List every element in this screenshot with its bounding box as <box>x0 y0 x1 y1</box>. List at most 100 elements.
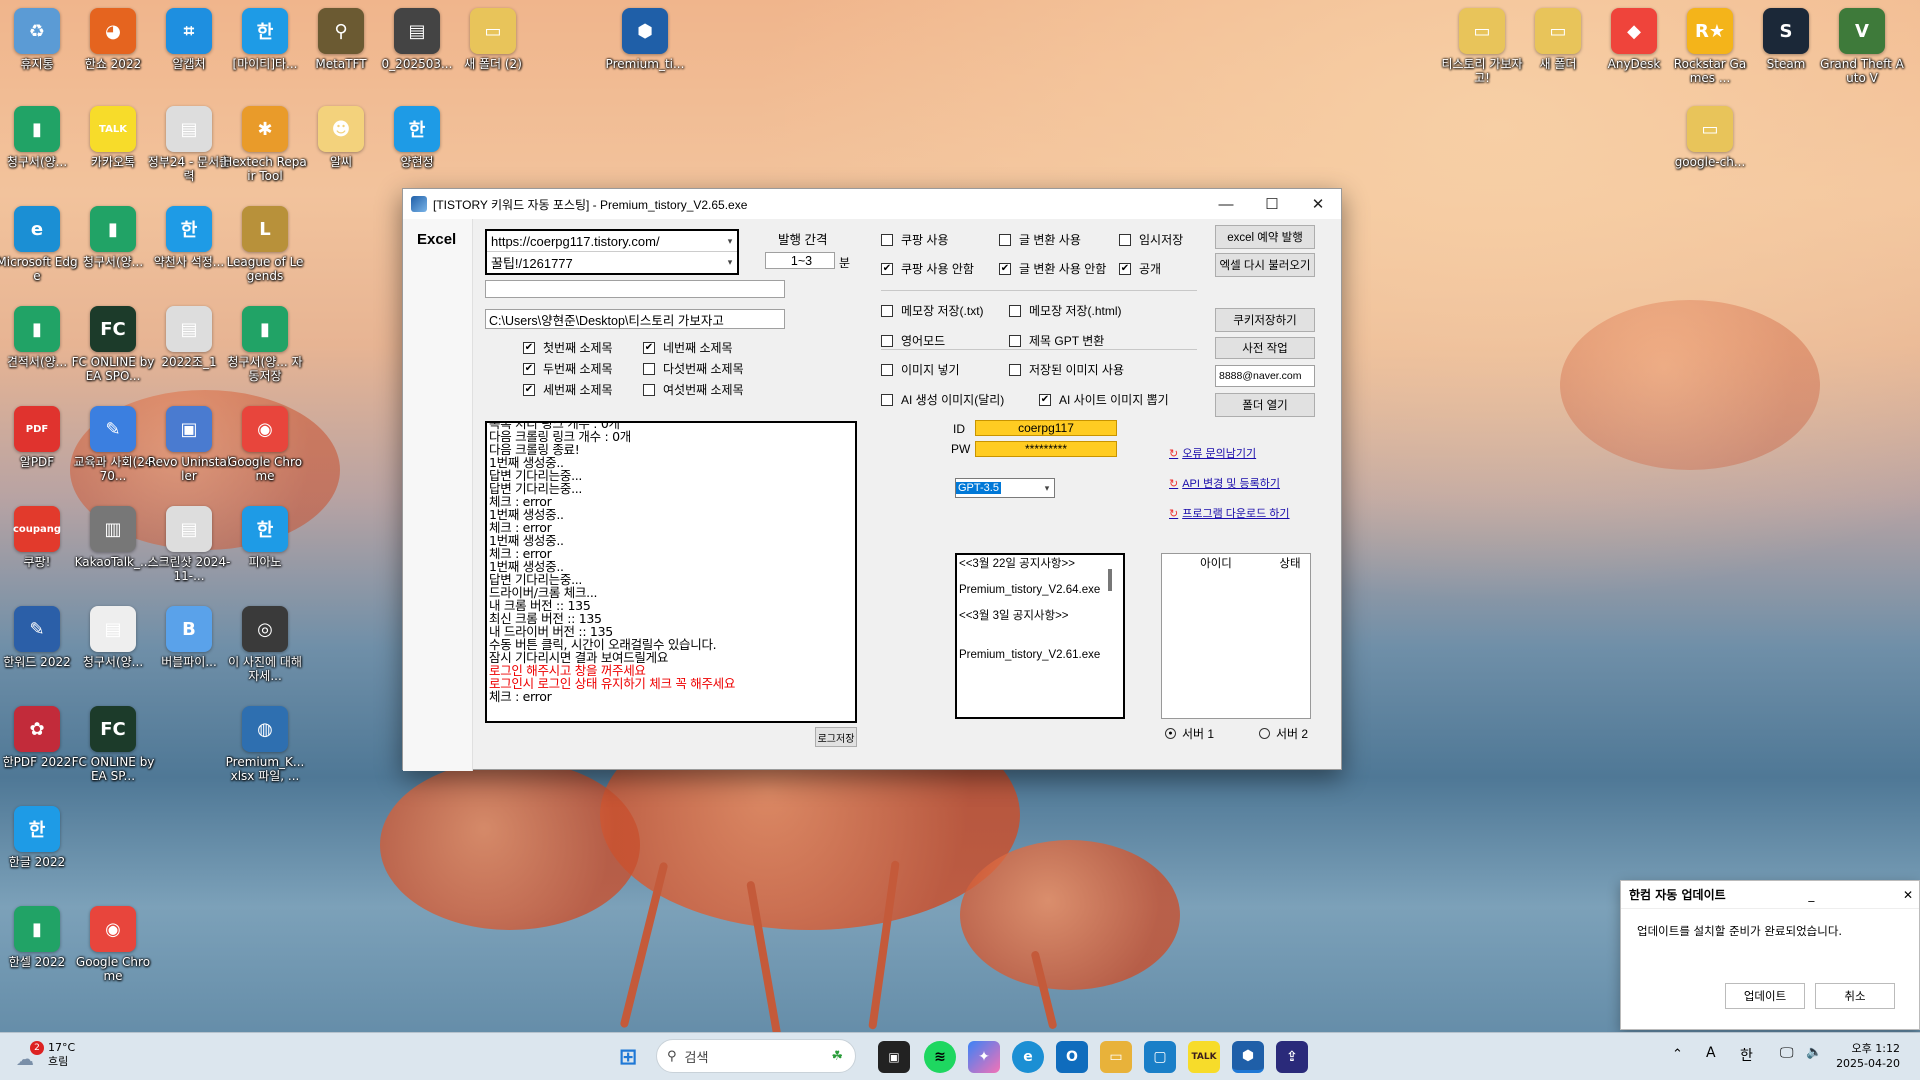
subtitle-checkbox-2[interactable]: ✔ 네번째 소제목 <box>643 339 733 356</box>
minimize-icon[interactable]: — <box>1203 189 1249 219</box>
desktop-icon-30[interactable]: ▤ 청구서(양... <box>71 606 155 669</box>
log-save-button[interactable]: 로그저장 <box>815 727 857 747</box>
desktop-icon-14[interactable]: ▮ 청구서(양... <box>71 206 155 269</box>
desktop-icon-1[interactable]: ◕ 한쇼 2022 <box>71 8 155 71</box>
option-coupang-no-use[interactable]: ✔ 쿠팡 사용 안함 <box>881 260 974 277</box>
remote-desktop-icon[interactable]: ▢ <box>1144 1041 1176 1073</box>
file-explorer-icon[interactable]: ▭ <box>1100 1041 1132 1073</box>
subtitle-checkbox-6[interactable]: 여섯번째 소제목 <box>643 381 744 398</box>
desktop-icon-24[interactable]: ◉ Google Chrome <box>223 406 307 483</box>
blog-url-combo[interactable]: https://coerpg117.tistory.com/ ▾ <box>487 231 737 252</box>
subtitle-checkbox-1[interactable]: ✔ 첫번째 소제목 <box>523 339 613 356</box>
desktop-icon-38[interactable]: ◉ Google Chrome <box>71 906 155 983</box>
copilot-icon[interactable]: ✦ <box>968 1041 1000 1073</box>
desktop-icon-33[interactable]: ✿ 한PDF 2022 <box>0 706 79 769</box>
subtitle-checkbox-4[interactable]: 다섯번째 소제목 <box>643 360 744 377</box>
desktop-icon-19[interactable]: ▤ 2022조_1 <box>147 306 231 369</box>
desktop-icon-23[interactable]: ▣ Revo Uninstaller <box>147 406 231 483</box>
subtitle-checkbox-3[interactable]: ✔ 두번째 소제목 <box>523 360 613 377</box>
desktop-icon-27[interactable]: ▤ 스크린샷 2024-11-... <box>147 506 231 583</box>
desktop-icon-11[interactable]: ☻ 알씨 <box>299 106 383 169</box>
desktop-icon-29[interactable]: ✎ 한워드 2022 <box>0 606 79 669</box>
desktop-icon-right-0[interactable]: ▭ 티스토리 가보자고! <box>1440 8 1524 85</box>
premium-app-icon[interactable]: ⬢ <box>1232 1041 1264 1073</box>
option-temp-save[interactable]: 임시저장 <box>1119 231 1183 248</box>
desktop-icon-right-1[interactable]: ▭ 새 폴더 <box>1516 8 1600 71</box>
desktop-icon-36[interactable]: 한 한글 2022 <box>0 806 79 869</box>
desktop-icon-0[interactable]: ♻ 휴지통 <box>0 8 79 71</box>
cancel-button[interactable]: 취소 <box>1815 983 1895 1009</box>
desktop-icon-18[interactable]: FC FC ONLINE by EA SPO... <box>71 306 155 383</box>
server1-radio[interactable]: ● 서버 1 <box>1165 725 1214 742</box>
excel-reload-button[interactable]: 엑셀 다시 불러오기 <box>1215 253 1315 277</box>
desktop-icon-right-3[interactable]: R★ Rockstar Games ... <box>1668 8 1752 85</box>
ime-mode-a[interactable]: A <box>1706 1045 1716 1061</box>
desktop-icon-25[interactable]: coupang 쿠팡! <box>0 506 79 569</box>
excel-publish-button[interactable]: excel 예약 발행 <box>1215 225 1315 249</box>
notice-scrollbar[interactable] <box>1108 569 1112 591</box>
log-output[interactable]: 목록 처리 링크 개수 : 0개 다음 크롤링 링크 개수 : 0개 다음 크롤링 … <box>485 421 857 723</box>
weather-text[interactable]: 17°C 흐림 <box>48 1041 75 1069</box>
desktop-icon-16[interactable]: L League of Legends <box>223 206 307 283</box>
option-saved-image[interactable]: 저장된 이미지 사용 <box>1009 361 1124 378</box>
edge-icon[interactable]: e <box>1012 1041 1044 1073</box>
minimize-icon[interactable]: _ <box>1800 888 1822 902</box>
desktop-icon-15[interactable]: 한 약천사 석정... <box>147 206 231 269</box>
email-input[interactable]: 8888@naver.com <box>1215 365 1315 387</box>
option-ai-image[interactable]: AI 생성 이미지(달리) <box>881 391 1004 408</box>
option-memo-html[interactable]: 메모장 저장(.html) <box>1009 302 1122 319</box>
window-titlebar[interactable]: [TISTORY 키워드 자동 포스팅] - Premium_tistory_V… <box>403 189 1341 219</box>
upload-app-icon[interactable]: ⇪ <box>1276 1041 1308 1073</box>
option-english-mode[interactable]: 영어모드 <box>881 332 945 349</box>
tray-overflow-icon[interactable]: ⌃ <box>1672 1047 1683 1062</box>
option-text-convert-no-use[interactable]: ✔ 글 변환 사용 안함 <box>999 260 1106 277</box>
option-public[interactable]: ✔ 공개 <box>1119 260 1161 277</box>
extra-input[interactable] <box>485 280 785 298</box>
inquiry-link[interactable]: ↻ 오류 문의남기기 <box>1169 445 1256 461</box>
desktop-icon-13[interactable]: e Microsoft Edge <box>0 206 79 283</box>
spotify-icon[interactable]: ≋ <box>924 1041 956 1073</box>
desktop-icon-3[interactable]: 한 [마이티]타... <box>223 8 307 71</box>
desktop-icon-12[interactable]: 한 양현정 <box>375 106 459 169</box>
option-coupang-use[interactable]: 쿠팡 사용 <box>881 231 949 248</box>
maximize-icon[interactable]: ☐ <box>1249 189 1295 219</box>
cookie-save-button[interactable]: 쿠키저장하기 <box>1215 308 1315 332</box>
desktop-icon-4[interactable]: ⚲ MetaTFT <box>299 8 383 71</box>
close-icon[interactable]: ✕ <box>1295 189 1341 219</box>
desktop-icon-20[interactable]: ▮ 청구서(양... 자동저장 <box>223 306 307 383</box>
close-icon[interactable]: ✕ <box>1897 888 1919 902</box>
volume-icon[interactable]: 🔈 <box>1806 1045 1822 1060</box>
option-ai-site-image[interactable]: ✔ AI 사이트 이미지 뽑기 <box>1039 391 1169 408</box>
desktop-icon-17[interactable]: ▮ 견적서(양... <box>0 306 79 369</box>
pw-input[interactable]: ********* <box>975 441 1117 457</box>
desktop-icon-right-4[interactable]: S Steam <box>1744 8 1828 71</box>
desktop-icon-9[interactable]: ▤ 정부24 - 문서출력 <box>147 106 231 183</box>
option-text-convert-use[interactable]: 글 변환 사용 <box>999 231 1081 248</box>
task-view-icon[interactable]: ▣ <box>878 1041 910 1073</box>
start-icon[interactable]: ⊞ <box>612 1041 644 1073</box>
desktop-icon-right-6[interactable]: ▭ google-ch... <box>1668 106 1752 169</box>
folder-open-button[interactable]: 폴더 열기 <box>1215 393 1315 417</box>
gpt-model-select[interactable]: GPT-3.5 ▾ <box>955 478 1055 498</box>
subtitle-checkbox-5[interactable]: ✔ 세번째 소제목 <box>523 381 613 398</box>
search-box[interactable]: ⚲ 검색 ☘ <box>656 1039 856 1073</box>
account-table[interactable]: 아이디 상태 <box>1161 553 1311 719</box>
network-icon[interactable]: 🖵 <box>1780 1045 1794 1061</box>
pre-work-button[interactable]: 사전 작업 <box>1215 337 1315 359</box>
desktop-icon-8[interactable]: TALK 카카오톡 <box>71 106 155 169</box>
weather-widget[interactable]: ☁ 2 <box>16 1041 46 1070</box>
kakaotalk-icon[interactable]: TALK <box>1188 1041 1220 1073</box>
desktop-icon-32[interactable]: ◎ 이 사진에 대해 자세... <box>223 606 307 683</box>
desktop-icon-right-5[interactable]: V Grand Theft Auto V <box>1820 8 1904 85</box>
desktop-icon-right-2[interactable]: ◆ AnyDesk <box>1592 8 1676 71</box>
desktop-icon-22[interactable]: ✎ 교육과 사회(2470... <box>71 406 155 483</box>
clock[interactable]: 오후 1:12 2025-04-20 <box>1836 1041 1900 1071</box>
desktop-icon-26[interactable]: ▥ KakaoTalk_... <box>71 506 155 569</box>
option-title-gpt[interactable]: 제목 GPT 변환 <box>1009 332 1104 349</box>
server2-radio[interactable]: 서버 2 <box>1259 725 1308 742</box>
desktop-icon-28[interactable]: 한 피아노 <box>223 506 307 569</box>
notice-box[interactable]: <<3월 22일 공지사항>> Premium_tistory_V2.64.ex… <box>955 553 1125 719</box>
tab-excel[interactable]: Excel <box>403 219 473 771</box>
download-link[interactable]: ↻ 프로그램 다운로드 하기 <box>1169 505 1290 521</box>
desktop-icon-39[interactable]: ⬢ Premium_ti... <box>603 8 687 71</box>
